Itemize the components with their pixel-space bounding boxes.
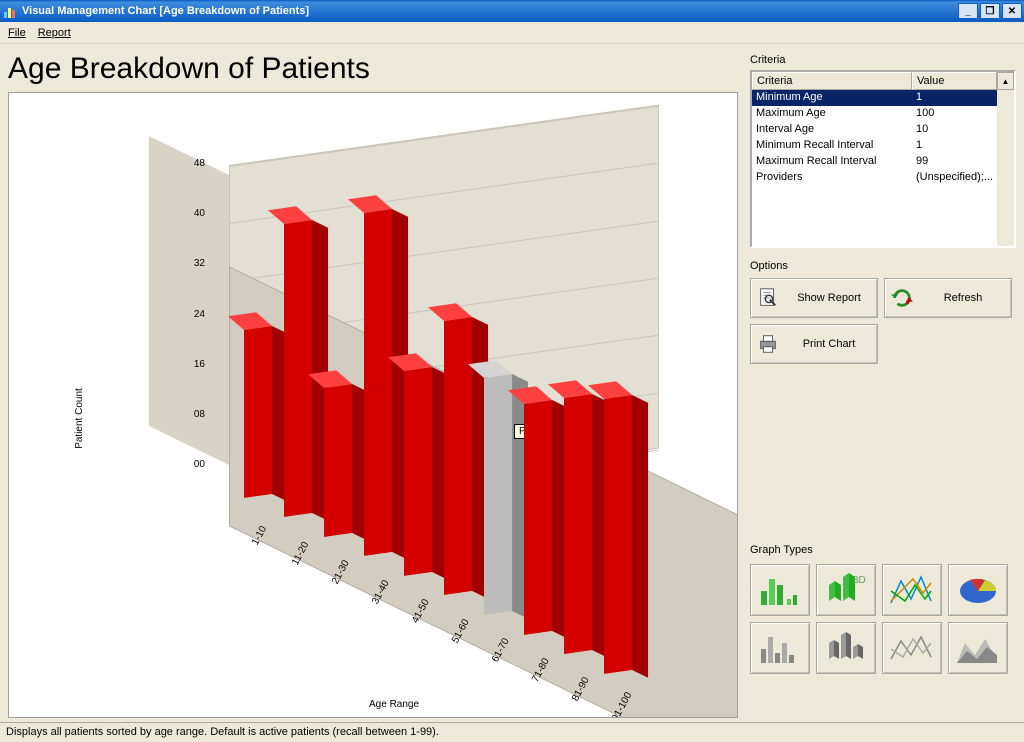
criteria-cell-label: Minimum Age	[752, 90, 912, 106]
menu-report[interactable]: Report	[38, 27, 71, 39]
app-icon	[4, 4, 18, 18]
criteria-cell-label: Interval Age	[752, 122, 912, 138]
options-label: Options	[750, 260, 1016, 272]
statusbar-text: Displays all patients sorted by age rang…	[6, 726, 439, 738]
bar-3d-icon: 3D	[823, 571, 869, 609]
line-gray-icon	[889, 629, 935, 667]
refresh-label: Refresh	[921, 292, 1005, 304]
graph-type-pie[interactable]	[948, 564, 1008, 616]
graph-type-area-gray[interactable]	[948, 622, 1008, 674]
chart-area: Patient Count Age Range 000816243240481-…	[8, 92, 738, 718]
criteria-row[interactable]: Maximum Recall Interval99	[752, 154, 1014, 170]
criteria-cell-label: Maximum Recall Interval	[752, 154, 912, 170]
pie-chart-icon	[955, 571, 1001, 609]
y-axis-label: Patient Count	[74, 388, 85, 449]
print-chart-label: Print Chart	[787, 338, 871, 350]
criteria-header-criteria[interactable]: Criteria	[752, 72, 912, 90]
graph-type-bar-2d[interactable]	[750, 564, 810, 616]
menu-file[interactable]: File	[8, 27, 26, 39]
show-report-label: Show Report	[787, 292, 871, 304]
line-chart-icon	[889, 571, 935, 609]
printer-icon	[757, 333, 779, 355]
criteria-cell-label: Minimum Recall Interval	[752, 138, 912, 154]
y-tick-label: 00	[177, 459, 205, 470]
statusbar: Displays all patients sorted by age rang…	[0, 722, 1024, 742]
y-tick-label: 08	[177, 409, 205, 420]
print-chart-button[interactable]: Print Chart	[750, 324, 878, 364]
criteria-cell-label: Maximum Age	[752, 106, 912, 122]
svg-text:3D: 3D	[853, 575, 866, 586]
graph-type-bar-2d-gray[interactable]	[750, 622, 810, 674]
graph-type-bar-3d[interactable]: 3D	[816, 564, 876, 616]
criteria-row[interactable]: Maximum Age100	[752, 106, 1014, 122]
graph-types-label: Graph Types	[750, 544, 1016, 556]
bar-2d-gray-icon	[757, 629, 803, 667]
y-tick-label: 32	[177, 258, 205, 269]
y-tick-label: 16	[177, 359, 205, 370]
close-button[interactable]: ✕	[1002, 3, 1022, 19]
scroll-up-icon[interactable]: ▲	[997, 72, 1014, 90]
bar-2d-icon	[757, 571, 803, 609]
minimize-button[interactable]: _	[958, 3, 978, 19]
criteria-label: Criteria	[750, 54, 1016, 66]
criteria-cell-label: Providers	[752, 170, 912, 186]
window-title: Visual Management Chart [Age Breakdown o…	[22, 5, 309, 17]
graph-type-line[interactable]	[882, 564, 942, 616]
criteria-row[interactable]: Minimum Age1	[752, 90, 1014, 106]
bar-3d-gray-icon	[823, 629, 869, 667]
graph-type-bar-3d-gray[interactable]	[816, 622, 876, 674]
criteria-row[interactable]: Interval Age10	[752, 122, 1014, 138]
refresh-icon	[891, 287, 913, 309]
page-title: Age Breakdown of Patients	[8, 52, 738, 86]
criteria-header-value[interactable]: Value	[912, 72, 997, 90]
criteria-row[interactable]: Minimum Recall Interval1	[752, 138, 1014, 154]
criteria-scrollbar[interactable]	[997, 90, 1014, 246]
x-axis-label: Age Range	[369, 699, 419, 710]
restore-button[interactable]: ❐	[980, 3, 1000, 19]
graph-type-line-gray[interactable]	[882, 622, 942, 674]
criteria-table[interactable]: Criteria Value ▲ Minimum Age1Maximum Age…	[750, 70, 1016, 248]
y-tick-label: 24	[177, 309, 205, 320]
refresh-button[interactable]: Refresh	[884, 278, 1012, 318]
area-gray-icon	[955, 629, 1001, 667]
y-tick-label: 48	[177, 158, 205, 169]
report-icon	[757, 287, 779, 309]
window-titlebar: Visual Management Chart [Age Breakdown o…	[0, 0, 1024, 22]
menubar: File Report	[0, 22, 1024, 44]
y-tick-label: 40	[177, 208, 205, 219]
criteria-row[interactable]: Providers(Unspecified);...	[752, 170, 1014, 186]
show-report-button[interactable]: Show Report	[750, 278, 878, 318]
